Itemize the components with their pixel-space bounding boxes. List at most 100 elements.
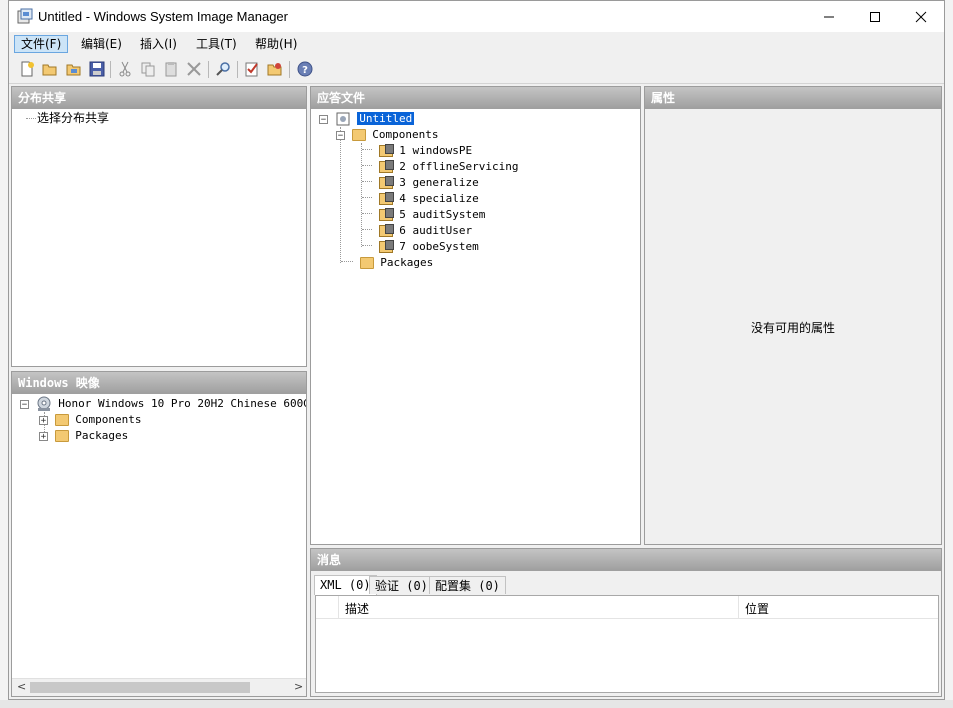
pass-windowspe[interactable]: 1 windowsPE [362, 143, 472, 159]
column-divider [338, 596, 339, 618]
folder-icon [54, 414, 69, 426]
menu-edit[interactable]: 编辑(E) [75, 35, 128, 53]
answer-file-header: 应答文件 [311, 87, 640, 109]
answer-components-node[interactable]: − Components [336, 127, 438, 143]
menu-file[interactable]: 文件(F) [14, 35, 69, 53]
windows-image-header: Windows 映像 [12, 372, 306, 394]
packages-label: Packages [75, 429, 129, 442]
windows-image-panel: Windows 映像 − Honor Windows 10 Pro 20H2 C… [11, 371, 307, 697]
maximize-button[interactable] [852, 1, 898, 32]
pass-label: 6 auditUser [399, 224, 473, 237]
answer-file-icon [336, 112, 350, 126]
toolbar-separator [208, 61, 209, 78]
open-answer-icon[interactable] [66, 61, 82, 77]
tab-validation[interactable]: 验证 (0) [369, 576, 434, 594]
messages-tabs: XML (0) 验证 (0) 配置集 (0) [314, 575, 934, 596]
validate-icon[interactable] [244, 61, 260, 77]
find-icon[interactable] [215, 61, 231, 77]
tab-xml[interactable]: XML (0) [314, 575, 377, 595]
close-button[interactable] [898, 1, 944, 32]
sim-app-icon [17, 8, 33, 24]
tab-configuration-set[interactable]: 配置集 (0) [429, 576, 506, 594]
pass-specialize[interactable]: 4 specialize [362, 191, 479, 207]
pass-offlineservicing[interactable]: 2 offlineServicing [362, 159, 518, 175]
distribution-share-panel: 分布共享 选择分布共享 [11, 86, 307, 367]
close-icon [915, 11, 927, 22]
copy-icon[interactable] [140, 61, 156, 77]
pass-audituser[interactable]: 6 auditUser [362, 223, 472, 239]
answer-file-panel: 应答文件 − Untitled − Components 1 windowsPE… [310, 86, 641, 545]
save-icon[interactable] [89, 61, 105, 77]
pass-icon [378, 240, 394, 253]
expand-toggle[interactable]: + [39, 431, 48, 441]
properties-header: 属性 [645, 87, 941, 109]
pass-label: 3 generalize [399, 176, 479, 189]
messages-panel: 消息 XML (0) 验证 (0) 配置集 (0) 描述 位置 [310, 548, 942, 697]
delete-icon[interactable] [186, 61, 202, 77]
tree-connector [340, 127, 341, 263]
pass-label: 5 auditSystem [399, 208, 486, 221]
menu-insert[interactable]: 插入(I) [134, 35, 183, 53]
pass-icon [378, 144, 394, 157]
toolbar: ? [9, 56, 944, 84]
toolbar-separator [237, 61, 238, 78]
disc-image-icon [37, 396, 51, 411]
background-left [0, 0, 8, 708]
pass-oobesystem[interactable]: 7 oobeSystem [362, 239, 479, 255]
window-title: Untitled - Windows System Image Manager [38, 9, 288, 24]
scroll-left-arrow[interactable]: < [17, 680, 26, 693]
scroll-right-arrow[interactable]: > [294, 680, 303, 693]
properties-panel: 属性 没有可用的属性 [644, 86, 942, 545]
menu-tools[interactable]: 工具(T) [190, 35, 243, 53]
grid-header-row: 描述 位置 [316, 596, 938, 619]
tree-connector [26, 118, 36, 119]
column-location[interactable]: 位置 [745, 600, 769, 617]
folder-icon [359, 257, 374, 269]
components-label: Components [75, 413, 142, 426]
help-icon[interactable]: ? [297, 61, 313, 77]
pass-icon [378, 160, 394, 173]
pass-icon [378, 224, 394, 237]
menu-help[interactable]: 帮助(H) [249, 35, 303, 53]
column-divider [738, 596, 739, 618]
cut-icon[interactable] [117, 61, 133, 77]
packages-label: Packages [380, 256, 434, 269]
background-right [945, 0, 953, 708]
windows-image-name: Honor Windows 10 Pro 20H2 Chinese 600G5M… [58, 397, 307, 410]
background-bottom [0, 700, 953, 708]
expand-toggle[interactable]: + [39, 415, 48, 425]
pass-auditsystem[interactable]: 5 auditSystem [362, 207, 485, 223]
select-distribution-share-item[interactable]: 选择分布共享 [37, 110, 109, 126]
windows-image-components[interactable]: + Components [39, 412, 141, 428]
pass-icon [378, 192, 394, 205]
collapse-toggle[interactable]: − [20, 399, 29, 409]
pass-icon [378, 176, 394, 189]
title-bar[interactable]: Untitled - Windows System Image Manager [9, 1, 944, 32]
answer-file-root[interactable]: − Untitled [319, 111, 415, 127]
components-label: Components [372, 128, 439, 141]
scrollbar-thumb[interactable] [30, 682, 250, 693]
pass-label: 4 specialize [399, 192, 479, 205]
pass-generalize[interactable]: 3 generalize [362, 175, 479, 191]
folder-icon [351, 129, 366, 141]
horizontal-scrollbar[interactable]: < > [12, 678, 306, 696]
column-description[interactable]: 描述 [345, 600, 369, 617]
answer-packages-node[interactable]: Packages [341, 255, 433, 271]
help-glyph: ? [302, 65, 308, 76]
collapse-toggle[interactable]: − [319, 114, 328, 124]
pass-label: 2 offlineServicing [399, 160, 519, 173]
windows-image-root[interactable]: − Honor Windows 10 Pro 20H2 Chinese 600G… [20, 396, 307, 412]
create-set-icon[interactable] [267, 61, 283, 77]
minimize-button[interactable] [806, 1, 852, 32]
minimize-icon [824, 16, 834, 17]
open-icon[interactable] [42, 61, 58, 77]
distribution-share-header: 分布共享 [12, 87, 306, 109]
paste-icon[interactable] [163, 61, 179, 77]
menu-bar: 文件(F) 编辑(E) 插入(I) 工具(T) 帮助(H) [9, 32, 944, 56]
messages-grid: 描述 位置 [315, 595, 939, 693]
windows-image-packages[interactable]: + Packages [39, 428, 128, 444]
new-icon[interactable] [19, 61, 35, 77]
collapse-toggle[interactable]: − [336, 130, 345, 140]
pass-icon [378, 208, 394, 221]
untitled-label: Untitled [357, 112, 415, 125]
